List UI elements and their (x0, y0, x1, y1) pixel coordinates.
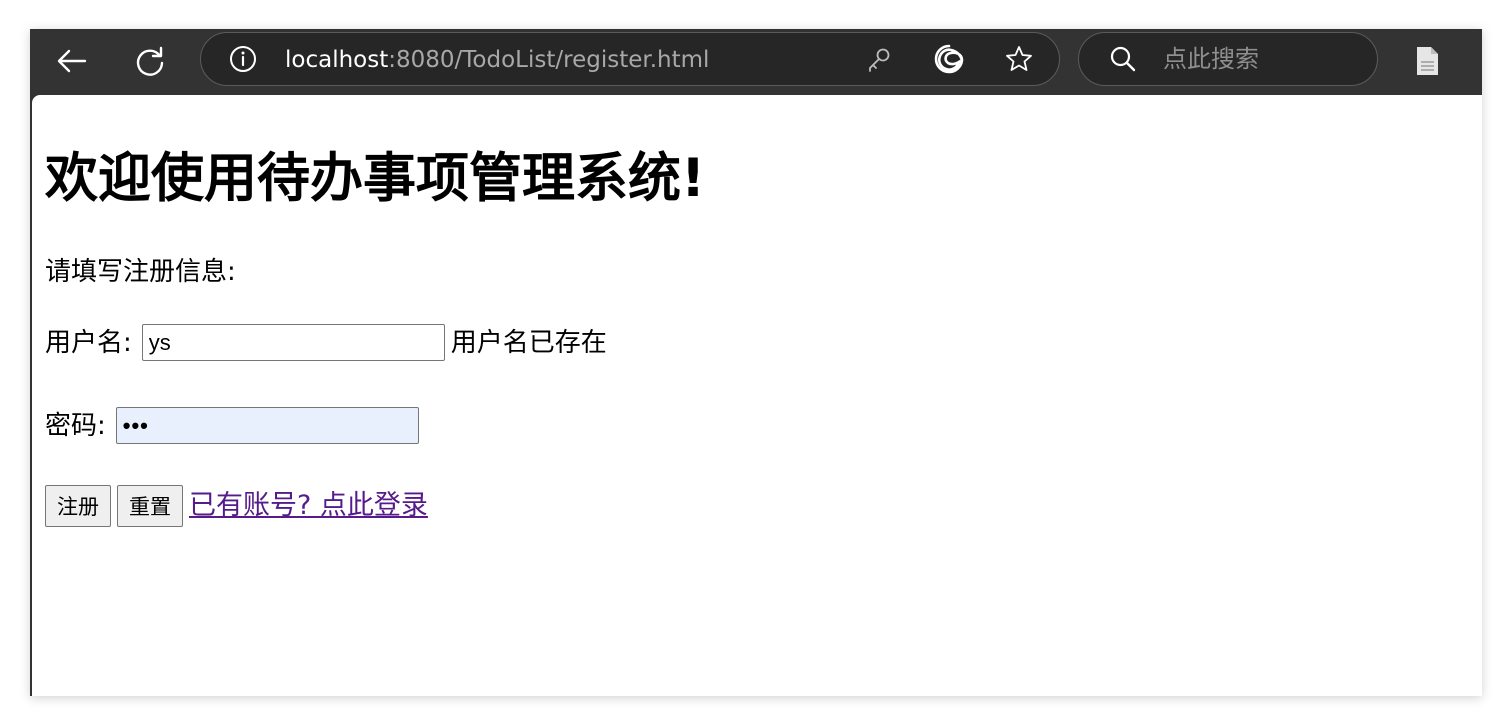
info-icon[interactable] (229, 45, 257, 73)
url-path: :8080/TodoList/register.html (388, 47, 710, 73)
search-icon (1110, 46, 1136, 72)
username-input[interactable] (141, 324, 445, 361)
edge-icon[interactable] (934, 44, 964, 74)
intro-text: 请填写注册信息: (45, 257, 236, 287)
page-title: 欢迎使用待办事项管理系统! (45, 148, 706, 209)
login-link[interactable]: 已有账号? 点此登录 (189, 489, 428, 523)
address-bar[interactable]: localhost:8080/TodoList/register.html (200, 32, 1060, 86)
page-icon[interactable] (1413, 45, 1441, 77)
url-text[interactable]: localhost:8080/TodoList/register.html (285, 45, 709, 75)
key-icon[interactable] (865, 45, 893, 73)
username-error: 用户名已存在 (450, 327, 607, 358)
search-bar[interactable]: 点此搜索 (1078, 32, 1378, 86)
back-arrow-icon (57, 49, 87, 73)
register-button[interactable]: 注册 (45, 485, 111, 527)
url-host: localhost (285, 47, 389, 73)
reset-button[interactable]: 重置 (117, 485, 183, 527)
refresh-button[interactable] (130, 41, 170, 81)
browser-window: localhost:8080/TodoList/register.html 点此… (30, 29, 1482, 696)
search-placeholder: 点此搜索 (1163, 45, 1259, 73)
browser-toolbar: localhost:8080/TodoList/register.html 点此… (30, 29, 1482, 94)
star-icon[interactable] (1004, 44, 1034, 74)
page-viewport: 欢迎使用待办事项管理系统! 请填写注册信息: 用户名: 用户名已存在 密码: 注… (32, 95, 1482, 696)
back-button[interactable] (52, 41, 92, 81)
username-row: 用户名: 用户名已存在 (45, 324, 607, 361)
button-row: 注册 重置 已有账号? 点此登录 (45, 485, 428, 527)
username-label: 用户名: (45, 327, 132, 358)
password-row: 密码: (45, 407, 419, 444)
password-label: 密码: (45, 410, 106, 441)
refresh-icon (136, 46, 164, 76)
password-input[interactable] (115, 407, 419, 444)
